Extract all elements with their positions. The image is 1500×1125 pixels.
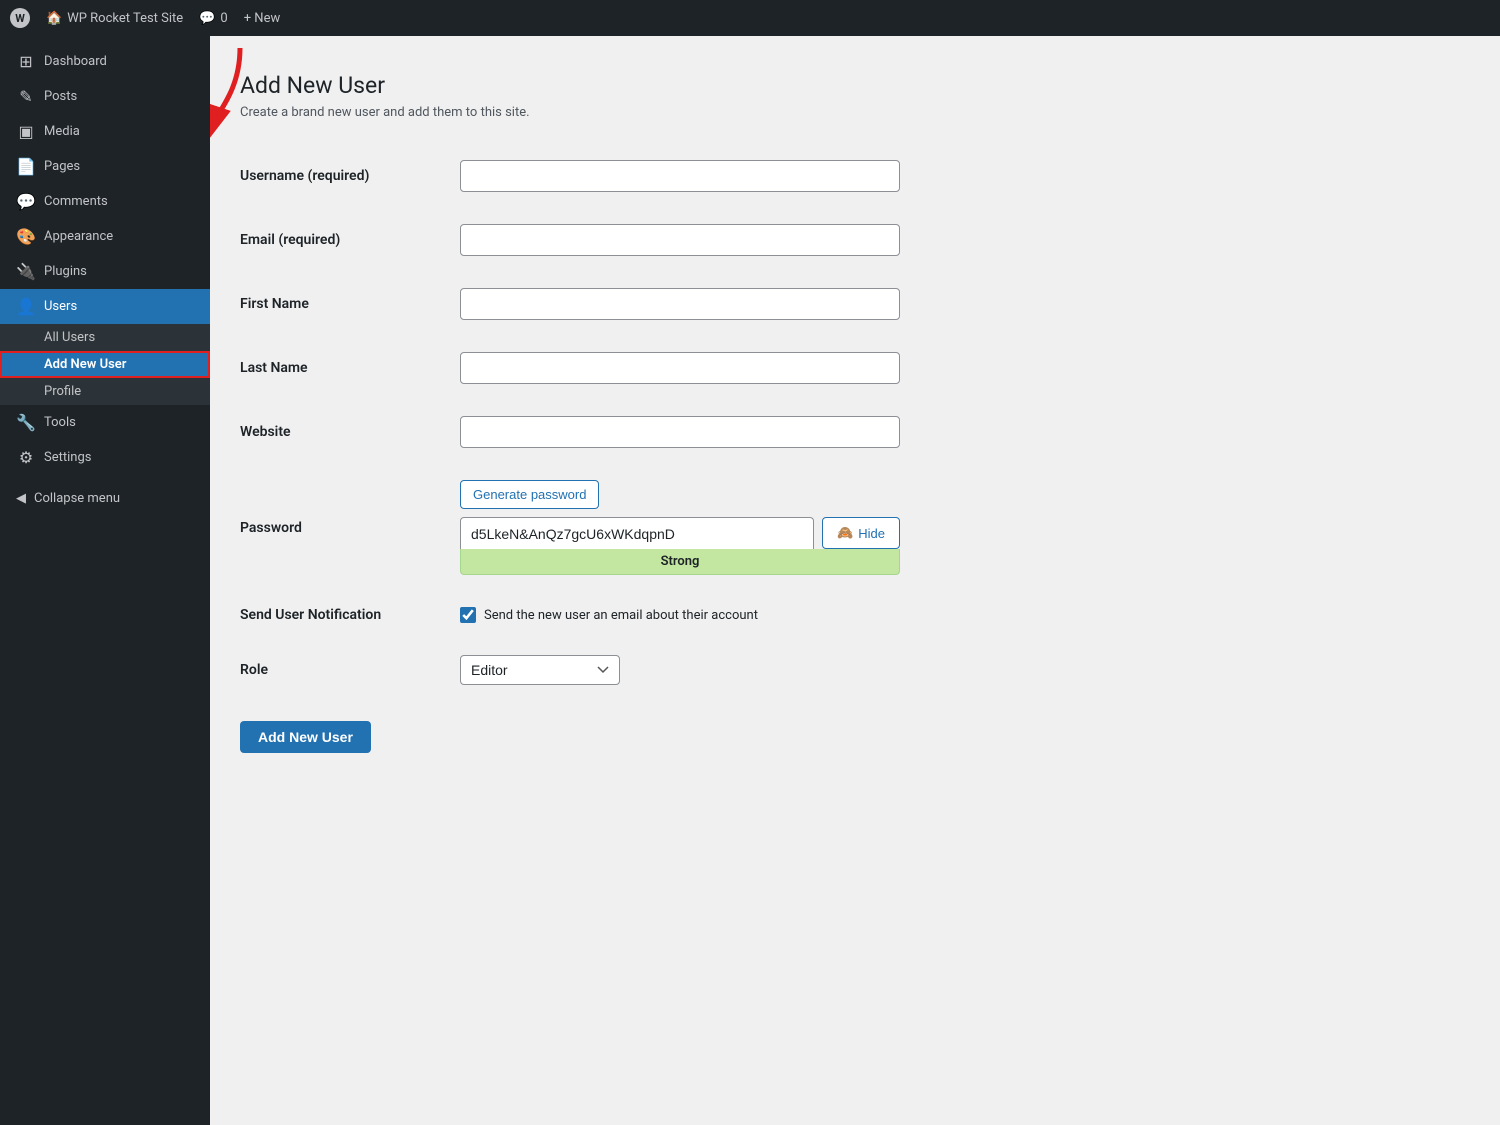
eye-slash-icon: 🙈 bbox=[837, 525, 853, 541]
site-link[interactable]: 🏠 WP Rocket Test Site bbox=[46, 11, 183, 26]
username-label: Username (required) bbox=[240, 144, 460, 208]
notification-checkbox[interactable] bbox=[460, 607, 476, 623]
role-label: Role bbox=[240, 639, 460, 701]
username-row: Username (required) bbox=[240, 144, 1470, 208]
users-icon: 👤 bbox=[16, 297, 36, 316]
email-input[interactable] bbox=[460, 224, 900, 256]
sidebar-item-tools[interactable]: 🔧 Tools bbox=[0, 405, 210, 440]
sidebar-item-dashboard[interactable]: ⊞ Dashboard bbox=[0, 44, 210, 79]
sidebar-item-appearance[interactable]: 🎨 Appearance bbox=[0, 219, 210, 254]
submenu-all-users[interactable]: All Users bbox=[0, 324, 210, 351]
email-row: Email (required) bbox=[240, 208, 1470, 272]
role-select[interactable]: Subscriber Contributor Author Editor Adm… bbox=[460, 655, 620, 685]
email-label: Email (required) bbox=[240, 208, 460, 272]
password-field-row: 🙈 Hide bbox=[460, 517, 900, 549]
comments-link[interactable]: 💬 0 bbox=[199, 11, 228, 26]
password-strength-indicator: Strong bbox=[460, 549, 900, 575]
generate-password-button[interactable]: Generate password bbox=[460, 480, 599, 509]
sidebar-item-comments[interactable]: 💬 Comments bbox=[0, 184, 210, 219]
sidebar-item-users[interactable]: 👤 Users bbox=[0, 289, 210, 324]
username-input[interactable] bbox=[460, 160, 900, 192]
submenu-profile[interactable]: Profile bbox=[0, 378, 210, 405]
appearance-icon: 🎨 bbox=[16, 227, 36, 246]
role-row: Role Subscriber Contributor Author Edito… bbox=[240, 639, 1470, 701]
sidebar-item-plugins[interactable]: 🔌 Plugins bbox=[0, 254, 210, 289]
submenu-add-new-user[interactable]: Add New User bbox=[0, 351, 210, 378]
sidebar-item-pages[interactable]: 📄 Pages bbox=[0, 149, 210, 184]
posts-icon: ✎ bbox=[16, 87, 36, 106]
sidebar-item-posts[interactable]: ✎ Posts bbox=[0, 79, 210, 114]
content-area: Add New User Create a brand new user and… bbox=[210, 36, 1500, 1125]
last-name-input[interactable] bbox=[460, 352, 900, 384]
first-name-row: First Name bbox=[240, 272, 1470, 336]
comments-icon: 💬 bbox=[199, 11, 215, 26]
collapse-menu-button[interactable]: ◀ Collapse menu bbox=[0, 483, 210, 514]
sidebar-item-media[interactable]: ▣ Media bbox=[0, 114, 210, 149]
page-title: Add New User bbox=[240, 72, 1470, 99]
pages-icon: 📄 bbox=[16, 157, 36, 176]
wp-logo[interactable]: W bbox=[10, 8, 30, 28]
notification-row: Send User Notification Send the new user… bbox=[240, 591, 1470, 639]
dashboard-icon: ⊞ bbox=[16, 52, 36, 71]
sidebar: ⊞ Dashboard ✎ Posts ▣ Media 📄 Pages 💬 Co… bbox=[0, 36, 210, 1125]
collapse-icon: ◀ bbox=[16, 491, 26, 506]
settings-icon: ⚙ bbox=[16, 448, 36, 467]
notification-checkbox-row: Send the new user an email about their a… bbox=[460, 607, 1470, 623]
first-name-input[interactable] bbox=[460, 288, 900, 320]
first-name-label: First Name bbox=[240, 272, 460, 336]
tools-icon: 🔧 bbox=[16, 413, 36, 432]
page-subtitle: Create a brand new user and add them to … bbox=[240, 105, 1470, 120]
admin-bar: W 🏠 WP Rocket Test Site 💬 0 + New bbox=[0, 0, 1500, 36]
main-layout: ⊞ Dashboard ✎ Posts ▣ Media 📄 Pages 💬 Co… bbox=[0, 36, 1500, 1125]
new-content-link[interactable]: + New bbox=[244, 11, 281, 26]
last-name-label: Last Name bbox=[240, 336, 460, 400]
plugins-icon: 🔌 bbox=[16, 262, 36, 281]
media-icon: ▣ bbox=[16, 122, 36, 141]
website-label: Website bbox=[240, 400, 460, 464]
notification-label: Send User Notification bbox=[240, 591, 460, 639]
password-input[interactable] bbox=[460, 517, 814, 549]
comments-nav-icon: 💬 bbox=[16, 192, 36, 211]
password-label: Password bbox=[240, 464, 460, 591]
website-input[interactable] bbox=[460, 416, 900, 448]
website-row: Website bbox=[240, 400, 1470, 464]
password-row: Password Generate password 🙈 Hide bbox=[240, 464, 1470, 591]
add-user-form: Username (required) Email (required) Fir… bbox=[240, 144, 1470, 701]
submit-add-user-button[interactable]: Add New User bbox=[240, 721, 371, 753]
sidebar-item-settings[interactable]: ⚙ Settings bbox=[0, 440, 210, 475]
house-icon: 🏠 bbox=[46, 11, 62, 26]
hide-password-button[interactable]: 🙈 Hide bbox=[822, 517, 900, 549]
notification-checkbox-label: Send the new user an email about their a… bbox=[484, 608, 758, 623]
last-name-row: Last Name bbox=[240, 336, 1470, 400]
users-submenu: All Users Add New User Profile bbox=[0, 324, 210, 405]
wp-logo-icon: W bbox=[10, 8, 30, 28]
